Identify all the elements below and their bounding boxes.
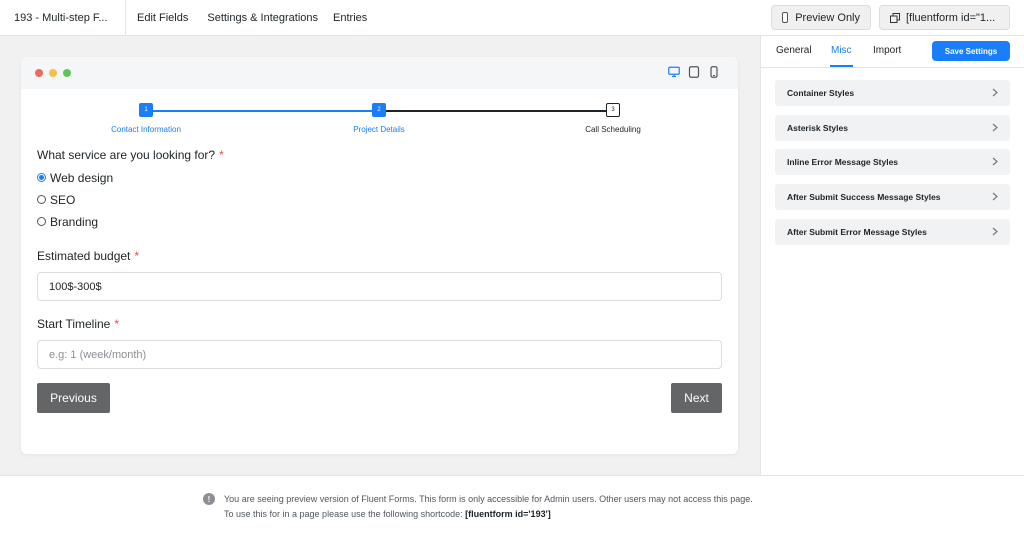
shortcode-text: [fluentform id='193'] (465, 509, 551, 519)
service-question: What service are you looking for? * (37, 148, 722, 162)
radio-seo[interactable] (37, 195, 46, 204)
section-label: Asterisk Styles (787, 123, 848, 133)
form-preview-card: 1 2 3 Contact Information Project Detail… (21, 57, 738, 454)
chevron-right-icon (992, 227, 998, 238)
radio-web-design[interactable] (37, 173, 46, 182)
preview-only-label: Preview Only (795, 11, 860, 24)
section-label: Inline Error Message Styles (787, 157, 899, 167)
window-dot-green (63, 69, 71, 77)
tab-import[interactable]: Import (873, 45, 901, 56)
step-1-marker: 1 (139, 103, 153, 117)
nav-settings-integrations[interactable]: Settings & Integrations (207, 12, 318, 24)
previous-button[interactable]: Previous (37, 383, 110, 413)
tab-misc[interactable]: Misc (831, 45, 852, 56)
nav-edit-fields[interactable]: Edit Fields (137, 12, 188, 24)
radio-option-branding[interactable]: Branding (37, 214, 722, 229)
step-3-label: Call Scheduling (585, 125, 641, 134)
nav-entries[interactable]: Entries (333, 12, 367, 24)
tablet-icon[interactable] (688, 65, 700, 83)
step-progress: 1 2 3 Contact Information Project Detail… (21, 89, 738, 137)
required-asterisk: * (134, 249, 140, 263)
step-3-marker: 3 (606, 103, 620, 117)
budget-input[interactable]: 100$-300$ (37, 272, 722, 301)
notice-text: You are seeing preview version of Fluent… (224, 492, 753, 522)
section-error-message-styles[interactable]: After Submit Error Message Styles (775, 219, 1010, 245)
preview-notice: ! You are seeing preview version of Flue… (203, 492, 753, 522)
step-connector-1 (146, 110, 379, 112)
radio-branding[interactable] (37, 217, 46, 226)
notice-line-1: You are seeing preview version of Fluent… (224, 494, 753, 504)
step-2-number: 2 (377, 107, 381, 113)
section-label: After Submit Error Message Styles (787, 227, 927, 237)
section-success-message-styles[interactable]: After Submit Success Message Styles (775, 184, 1010, 210)
step-1-label: Contact Information (111, 125, 181, 134)
chevron-right-icon (992, 157, 998, 168)
required-asterisk: * (219, 148, 224, 162)
step-3-number: 3 (611, 107, 615, 113)
settings-tabs: General Misc Import Save Settings (761, 36, 1024, 68)
preview-window-header (21, 57, 738, 89)
preview-only-toggle[interactable]: Preview Only (771, 5, 871, 30)
step-2-label: Project Details (353, 125, 405, 134)
next-button[interactable]: Next (671, 383, 722, 413)
notice-line-2: To use this for in a page please use the… (224, 507, 753, 522)
timeline-input[interactable]: e.g: 1 (week/month) (37, 340, 722, 369)
step-connector-2 (379, 110, 613, 112)
form-title: 193 - Multi-step F... (0, 0, 126, 36)
radio-option-web-design[interactable]: Web design (37, 170, 722, 185)
chevron-right-icon (992, 123, 998, 134)
desktop-icon[interactable] (668, 65, 680, 83)
mobile-icon[interactable] (708, 65, 720, 83)
budget-label-text: Estimated budget (37, 249, 131, 263)
step-navigation: Previous Next (37, 383, 722, 413)
section-label: After Submit Success Message Styles (787, 192, 941, 202)
copy-icon (890, 12, 900, 23)
preview-notice-footer: ! You are seeing preview version of Flue… (0, 475, 1024, 536)
tab-general[interactable]: General (776, 45, 812, 56)
step-1-number: 1 (144, 107, 148, 113)
step-2-marker: 2 (372, 103, 386, 117)
section-label: Container Styles (787, 88, 855, 98)
section-asterisk-styles[interactable]: Asterisk Styles (775, 115, 1010, 141)
shortcode-label: [fluentform id="1... (906, 11, 996, 24)
radio-label-seo: SEO (50, 192, 76, 207)
window-dot-yellow (49, 69, 57, 77)
chevron-right-icon (992, 192, 998, 203)
save-settings-button[interactable]: Save Settings (932, 41, 1010, 61)
preview-only-checkbox[interactable] (782, 12, 789, 23)
notice-line-2-prefix: To use this for in a page please use the… (224, 509, 463, 519)
radio-label-branding: Branding (50, 214, 99, 229)
shortcode-copy-button[interactable]: [fluentform id="1... (879, 5, 1010, 30)
active-tab-underline (830, 65, 853, 67)
chevron-right-icon (992, 88, 998, 99)
timeline-label: Start Timeline * (37, 317, 722, 331)
form-body: What service are you looking for? * Web d… (21, 148, 738, 413)
required-asterisk: * (114, 317, 120, 331)
info-icon: ! (203, 493, 215, 505)
service-question-text: What service are you looking for? (37, 148, 216, 162)
radio-label-web-design: Web design (50, 170, 114, 185)
budget-label: Estimated budget * (37, 249, 722, 263)
section-inline-error-styles[interactable]: Inline Error Message Styles (775, 149, 1010, 175)
settings-panel: General Misc Import Save Settings Contai… (760, 36, 1024, 475)
window-dot-red (35, 69, 43, 77)
device-switcher (668, 65, 720, 83)
radio-option-seo[interactable]: SEO (37, 192, 722, 207)
timeline-label-text: Start Timeline (37, 317, 111, 331)
top-bar: 193 - Multi-step F... Edit Fields Settin… (0, 0, 1024, 36)
section-container-styles[interactable]: Container Styles (775, 80, 1010, 106)
